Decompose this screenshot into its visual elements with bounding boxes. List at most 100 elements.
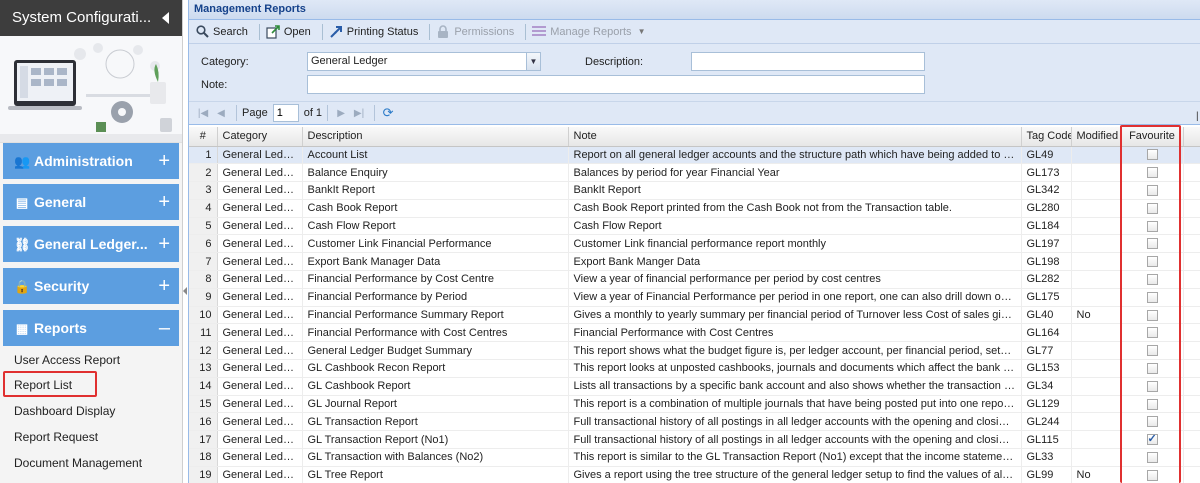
sidebar-group-general[interactable]: ▤ General + xyxy=(3,184,179,220)
sidebar-item-document-management[interactable]: Document Management xyxy=(14,456,142,470)
favourite-checkbox[interactable] xyxy=(1146,452,1158,464)
page-number-input[interactable] xyxy=(272,104,299,122)
expand-icon[interactable]: + xyxy=(158,268,170,304)
table-row[interactable]: 17 General Ledger GL Transaction Report (N… xyxy=(189,430,1200,450)
last-page-icon[interactable]: ▶| xyxy=(351,105,367,121)
table-row[interactable]: 5 General Ledger Cash Flow Report Cash Flow… xyxy=(189,217,1200,236)
tag-code-cell: GL99 xyxy=(1021,466,1072,483)
chevron-down-icon[interactable]: ▼ xyxy=(526,52,541,71)
printing-status-button-label: Printing Status xyxy=(346,25,419,38)
favourite-cell xyxy=(1121,323,1184,343)
favourite-checkbox[interactable] xyxy=(1146,363,1158,375)
list-icon xyxy=(532,25,547,39)
favourite-checkbox[interactable] xyxy=(1146,149,1158,161)
previous-page-icon[interactable]: ◀ xyxy=(213,105,229,121)
favourite-checkbox[interactable] xyxy=(1146,185,1158,197)
page-count-label: of 1 xyxy=(303,107,323,119)
description-input[interactable] xyxy=(691,52,925,71)
table-row[interactable]: 16 General Ledger GL Transaction Report Ful… xyxy=(189,412,1200,432)
sidebar-group-security[interactable]: 🔒 Security + xyxy=(3,268,179,304)
sidebar-group-reports[interactable]: ▦ Reports – xyxy=(3,310,179,346)
note-cell: Export Bank Manger Data xyxy=(568,252,1022,272)
column-header-note[interactable]: Note xyxy=(568,127,1022,147)
expand-icon[interactable]: + xyxy=(158,143,170,179)
table-row[interactable]: 1 General Ledger Account List Report on all… xyxy=(189,146,1200,165)
favourite-checkbox[interactable] xyxy=(1146,274,1158,286)
note-label: Note: xyxy=(201,79,228,91)
table-row[interactable]: 7 General Ledger Export Bank Manager Data E… xyxy=(189,252,1200,272)
column-header-favourite[interactable]: Favourite xyxy=(1121,127,1184,147)
sidebar-group-label: Reports xyxy=(34,320,87,336)
toolbar-separator xyxy=(525,23,527,40)
table-row[interactable]: 6 General Ledger Customer Link Financial P… xyxy=(189,234,1200,254)
table-row[interactable]: 4 General Ledger Cash Book Report Cash Book… xyxy=(189,199,1200,218)
splitter-collapse-icon[interactable] xyxy=(183,287,187,295)
table-row[interactable]: 15 General Ledger GL Journal Report This re… xyxy=(189,395,1200,414)
note-cell: BankIt Report xyxy=(568,181,1022,200)
favourite-checkbox[interactable] xyxy=(1146,469,1158,481)
manage-reports-button[interactable]: Manage Reports ▼ xyxy=(529,22,651,42)
expand-icon[interactable]: + xyxy=(158,184,170,220)
favourite-checkbox[interactable] xyxy=(1146,398,1158,410)
lock-icon: 🔒 xyxy=(14,279,31,294)
favourite-cell xyxy=(1121,359,1184,378)
table-row[interactable]: 19 General Ledger GL Tree Report Gives a re… xyxy=(189,466,1200,483)
sidebar-item-user-access-report[interactable]: User Access Report xyxy=(14,353,120,367)
category-label: Category: xyxy=(201,56,249,68)
sidebar-group-label: General Ledger... xyxy=(34,236,148,252)
sidebar-item-dashboard-display[interactable]: Dashboard Display xyxy=(14,404,115,418)
refresh-icon[interactable]: ⟳ xyxy=(380,105,396,121)
table-row[interactable]: 2 General Ledger Balance Enquiry Balances b… xyxy=(189,163,1200,183)
column-header-modified[interactable]: Modified xyxy=(1071,127,1122,147)
description-cell: GL Journal Report xyxy=(302,395,569,414)
row-number-cell: 1 xyxy=(189,146,218,165)
table-row[interactable]: 8 General Ledger Financial Performance by … xyxy=(189,270,1200,289)
column-header-tag-code[interactable]: Tag Code xyxy=(1021,127,1072,147)
printing-status-button[interactable]: Printing Status xyxy=(326,22,425,42)
favourite-checkbox[interactable] xyxy=(1146,309,1158,321)
column-header-description[interactable]: Description xyxy=(302,127,569,147)
favourite-checkbox[interactable] xyxy=(1146,345,1158,357)
table-row[interactable]: 18 General Ledger GL Transaction with Bala… xyxy=(189,448,1200,467)
table-row[interactable]: 10 General Ledger Financial Performance Su… xyxy=(189,306,1200,325)
sidebar-group-administration[interactable]: 👥 Administration + xyxy=(3,143,179,179)
first-page-icon[interactable]: |◀ xyxy=(195,105,211,121)
column-header-number[interactable]: # xyxy=(189,127,218,147)
computer-settings-illustration xyxy=(0,36,182,142)
toolbar-separator xyxy=(429,23,431,40)
category-select[interactable]: General Ledger ▼ xyxy=(307,52,541,71)
sidebar-item-report-request[interactable]: Report Request xyxy=(14,430,98,444)
favourite-checkbox[interactable] xyxy=(1146,432,1158,446)
collapse-icon[interactable]: – xyxy=(159,310,170,346)
table-row[interactable]: 14 General Ledger GL Cashbook Report Lists … xyxy=(189,377,1200,396)
favourite-checkbox[interactable] xyxy=(1146,202,1158,214)
panel-edge-marker: | xyxy=(1196,111,1199,122)
table-row[interactable]: 3 General Ledger BankIt Report BankIt Repor… xyxy=(189,181,1200,200)
table-row[interactable]: 11 General Ledger Financial Performance wi… xyxy=(189,323,1200,343)
favourite-checkbox[interactable] xyxy=(1146,220,1158,232)
open-button[interactable]: Open xyxy=(263,22,317,42)
sidebar-group-general-ledger[interactable]: ⛓ General Ledger... + xyxy=(3,226,179,262)
favourite-checkbox[interactable] xyxy=(1146,380,1158,392)
next-page-icon[interactable]: ▶ xyxy=(333,105,349,121)
expand-icon[interactable]: + xyxy=(158,226,170,262)
favourite-checkbox[interactable] xyxy=(1146,416,1158,428)
search-button[interactable]: Search xyxy=(192,22,254,42)
favourite-checkbox[interactable] xyxy=(1146,238,1158,250)
collapse-sidebar-icon[interactable] xyxy=(162,12,169,24)
category-cell: General Ledger xyxy=(217,252,303,272)
favourite-checkbox[interactable] xyxy=(1146,256,1158,268)
permissions-button[interactable]: Permissions xyxy=(433,22,520,42)
favourite-checkbox[interactable] xyxy=(1146,327,1158,339)
note-input[interactable] xyxy=(307,75,925,94)
favourite-cell xyxy=(1121,217,1184,236)
favourite-checkbox[interactable] xyxy=(1146,291,1158,303)
category-select-value: General Ledger xyxy=(311,55,388,67)
filler-cell xyxy=(1183,359,1200,378)
table-row[interactable]: 9 General Ledger Financial Performance by … xyxy=(189,288,1200,307)
category-cell: General Ledger xyxy=(217,430,303,450)
table-row[interactable]: 13 General Ledger GL Cashbook Recon Report… xyxy=(189,359,1200,378)
column-header-category[interactable]: Category xyxy=(217,127,303,147)
favourite-checkbox[interactable] xyxy=(1146,167,1158,179)
table-row[interactable]: 12 General Ledger General Ledger Budget Su… xyxy=(189,341,1200,361)
